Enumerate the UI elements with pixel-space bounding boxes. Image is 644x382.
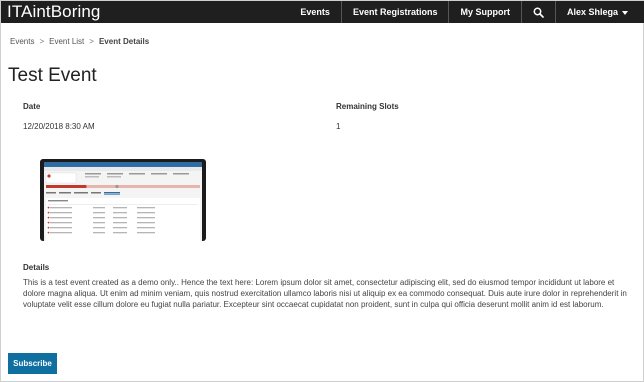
date-label: Date: [23, 102, 41, 111]
nav-item-event-registrations[interactable]: Event Registrations: [340, 1, 449, 23]
remaining-slots-value: 1: [336, 122, 341, 131]
details-label: Details: [23, 263, 50, 272]
user-menu[interactable]: Alex Shlega: [554, 1, 639, 23]
nav-item-my-support[interactable]: My Support: [448, 1, 521, 23]
remaining-slots-label: Remaining Slots: [336, 102, 399, 111]
breadcrumb-event-list[interactable]: Event List: [49, 37, 84, 46]
breadcrumb: Events > Event List > Event Details: [10, 37, 149, 46]
caret-down-icon: [622, 10, 628, 15]
breadcrumb-separator: >: [89, 37, 94, 46]
event-image: [40, 159, 206, 241]
subscribe-button[interactable]: Subscribe: [8, 353, 57, 374]
page-title: Test Event: [8, 65, 97, 86]
user-name: Alex Shlega: [566, 7, 618, 17]
details-text: This is a test event created as a demo o…: [23, 278, 627, 309]
top-navbar: ITAintBoring Events Event Registrations …: [1, 1, 644, 23]
breadcrumb-events[interactable]: Events: [10, 37, 34, 46]
search-button[interactable]: [520, 1, 555, 23]
search-icon: [533, 7, 544, 18]
breadcrumb-separator: >: [39, 37, 45, 46]
nav-item-events[interactable]: Events: [289, 1, 341, 23]
date-value: 12/20/2018 8:30 AM: [23, 122, 95, 131]
brand-logo[interactable]: ITAintBoring: [7, 2, 100, 22]
nav-menu: Events Event Registrations My Support Al…: [289, 1, 639, 23]
breadcrumb-current: Event Details: [98, 37, 150, 46]
